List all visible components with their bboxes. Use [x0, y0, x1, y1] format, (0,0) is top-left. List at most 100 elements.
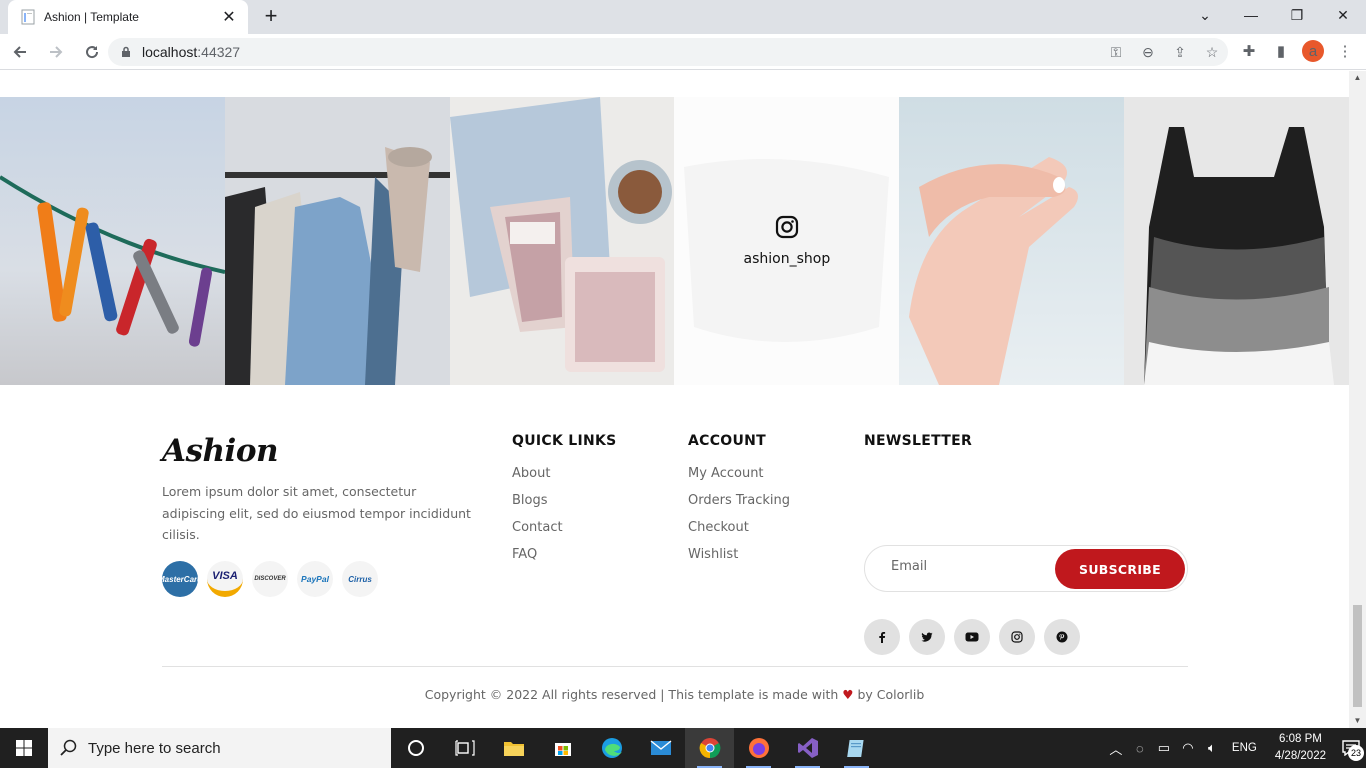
language-indicator[interactable]: ENG — [1232, 742, 1257, 754]
scroll-up-arrow-icon[interactable]: ▲ — [1349, 71, 1366, 85]
account-column: ACCOUNT My Account Orders Tracking Check… — [688, 433, 790, 573]
browser-toolbar: localhost:44327 ⚿ ⊖ ⇪ ☆ ✚ ▮ a ⋮ — [0, 34, 1366, 70]
edge-icon[interactable] — [587, 728, 636, 768]
newsletter-heading: NEWSLETTER — [864, 433, 973, 449]
side-panel-icon[interactable]: ▮ — [1270, 40, 1292, 62]
subscribe-button[interactable]: SUBSCRIBE — [1055, 549, 1185, 589]
mastercard-icon[interactable]: MasterCard — [158, 561, 202, 597]
windows-logo-icon — [16, 740, 32, 756]
newsletter-column: NEWSLETTER — [864, 433, 972, 465]
back-button[interactable] — [4, 36, 36, 68]
link-blogs[interactable]: Blogs — [512, 492, 617, 509]
link-faq[interactable]: FAQ — [512, 546, 617, 563]
pinterest-icon[interactable] — [1044, 619, 1080, 655]
link-wishlist[interactable]: Wishlist — [688, 546, 790, 563]
zoom-icon[interactable]: ⊖ — [1138, 42, 1158, 62]
twitter-icon[interactable] — [909, 619, 945, 655]
mail-icon[interactable] — [636, 728, 685, 768]
windows-taskbar: Type here to search ︿ ◌ ▭ ◠ 🔈︎ ENG 6:08 … — [0, 728, 1366, 768]
toolbar-right-icons: ✚ ▮ a ⋮ — [1238, 40, 1356, 62]
newsletter-form: SUBSCRIBE — [864, 545, 1188, 592]
share-icon[interactable]: ⇪ — [1170, 42, 1190, 62]
notepad-icon[interactable] — [832, 728, 881, 768]
battery-icon[interactable]: ▭ — [1152, 740, 1176, 756]
address-bar[interactable]: localhost:44327 ⚿ ⊖ ⇪ ☆ — [108, 38, 1228, 66]
notification-center-button[interactable]: 23 — [1336, 728, 1366, 768]
wifi-icon[interactable]: ◠ — [1176, 740, 1200, 756]
volume-icon[interactable]: 🔈︎ — [1200, 740, 1224, 756]
instagram-image-knit[interactable]: ashion_shop — [674, 97, 900, 385]
cirrus-icon[interactable]: Cirrus — [342, 561, 378, 597]
clock[interactable]: 6:08 PM 4/28/2022 — [1275, 731, 1326, 765]
menu-kebab-icon[interactable]: ⋮ — [1334, 40, 1356, 62]
microsoft-store-icon[interactable] — [538, 728, 587, 768]
paypal-icon[interactable]: PayPal — [297, 561, 333, 597]
page-scrollbar[interactable]: ▲ ▼ — [1349, 71, 1366, 728]
link-about[interactable]: About — [512, 465, 617, 482]
minimize-button[interactable]: — — [1228, 0, 1274, 30]
link-orders-tracking[interactable]: Orders Tracking — [688, 492, 790, 509]
scrollbar-thumb[interactable] — [1353, 605, 1362, 707]
email-input[interactable] — [891, 559, 1041, 574]
reload-button[interactable] — [76, 36, 108, 68]
meet-now-icon[interactable]: ◌ — [1128, 741, 1152, 756]
extensions-puzzle-icon[interactable]: ✚ — [1238, 40, 1260, 62]
copyright-text: Copyright © 2022 All rights reserved | T… — [0, 687, 1349, 702]
instagram-icon — [775, 215, 798, 239]
bookmark-star-icon[interactable]: ☆ — [1202, 42, 1222, 62]
instagram-image-camisoles[interactable] — [1124, 97, 1349, 385]
reload-icon — [86, 45, 99, 58]
facebook-icon[interactable] — [864, 619, 900, 655]
social-links — [864, 619, 1080, 655]
taskbar-search[interactable]: Type here to search — [48, 728, 391, 768]
password-key-icon[interactable]: ⚿ — [1106, 42, 1126, 62]
copyright-prefix: Copyright © 2022 All rights reserved | T… — [424, 687, 843, 702]
visa-icon[interactable]: VISA — [207, 561, 243, 597]
browser-tab[interactable]: Ashion | Template ✕ — [8, 0, 248, 34]
browser-tab-bar: Ashion | Template ✕ + ⌄ — ❐ ✕ — [0, 0, 1366, 34]
new-tab-button[interactable]: + — [258, 4, 284, 30]
tab-close-icon[interactable]: ✕ — [220, 7, 238, 27]
clothes-rack-image — [224, 147, 450, 385]
back-arrow-icon — [13, 45, 26, 58]
task-view-icon[interactable] — [440, 728, 489, 768]
tab-search-chevron-icon[interactable]: ⌄ — [1182, 0, 1228, 30]
cortana-icon[interactable] — [391, 728, 440, 768]
notification-count-badge: 23 — [1348, 745, 1364, 761]
forward-button[interactable] — [40, 36, 72, 68]
link-checkout[interactable]: Checkout — [688, 519, 790, 536]
scroll-down-arrow-icon[interactable]: ▼ — [1349, 714, 1366, 728]
restore-button[interactable]: ❐ — [1274, 0, 1320, 30]
tray-overflow-chevron-icon[interactable]: ︿ — [1104, 739, 1128, 758]
discover-icon[interactable]: DISCOVER — [252, 561, 288, 597]
start-button[interactable] — [0, 728, 48, 768]
link-contact[interactable]: Contact — [512, 519, 617, 536]
link-my-account[interactable]: My Account — [688, 465, 790, 482]
heart-icon: ♥ — [842, 687, 854, 702]
youtube-icon[interactable] — [954, 619, 990, 655]
instagram-icon[interactable] — [999, 619, 1035, 655]
instagram-image-yarn-jeans[interactable] — [449, 97, 675, 385]
quick-links-heading: QUICK LINKS — [512, 433, 617, 449]
site-footer: Ashion Lorem ipsum dolor sit amet, conse… — [0, 385, 1349, 728]
instagram-overlay[interactable]: ashion_shop — [674, 97, 900, 385]
window-close-button[interactable]: ✕ — [1320, 0, 1366, 30]
forward-arrow-icon — [50, 45, 63, 58]
quick-links-column: QUICK LINKS About Blogs Contact FAQ — [512, 433, 617, 573]
instagram-image-clothespins[interactable] — [0, 97, 225, 385]
lock-icon — [122, 46, 130, 57]
instagram-image-clothes-rack[interactable] — [224, 97, 450, 385]
chrome-icon[interactable] — [685, 728, 734, 768]
firefox-icon[interactable] — [734, 728, 783, 768]
tab-title: Ashion | Template — [44, 10, 139, 24]
footer-logo[interactable]: Ashion — [162, 433, 279, 469]
file-explorer-icon[interactable] — [489, 728, 538, 768]
payment-methods: MasterCard VISA DISCOVER PayPal Cirrus — [158, 561, 378, 597]
footer-about-text: Lorem ipsum dolor sit amet, consectetur … — [162, 484, 471, 542]
account-heading: ACCOUNT — [688, 433, 767, 449]
profile-avatar[interactable]: a — [1302, 40, 1324, 62]
taskbar-apps — [391, 728, 881, 768]
visual-studio-icon[interactable] — [783, 728, 832, 768]
system-tray: ︿ ◌ ▭ ◠ 🔈︎ ENG 6:08 PM 4/28/2022 23 — [1104, 728, 1366, 768]
instagram-image-hands-cream[interactable] — [899, 97, 1125, 385]
